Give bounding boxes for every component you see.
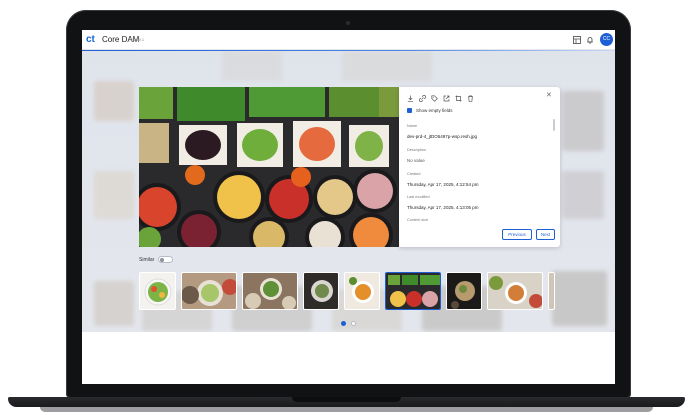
field-value-description: No value — [407, 158, 425, 163]
pagination-dot-1[interactable] — [341, 321, 346, 326]
field-value-name: dev-prd-4_jtDO5497p-wsp.resh.jpg — [407, 134, 478, 139]
modal-backdrop[interactable]: ✕ Show empty fields Name dev-prd-4_jtDO5… — [82, 51, 615, 332]
thumbnail-salad-bowl[interactable] — [139, 272, 176, 310]
show-empty-checkbox[interactable] — [407, 108, 412, 121]
thumbnail-dark-plate[interactable] — [446, 272, 482, 310]
tag-icon[interactable] — [431, 95, 438, 102]
field-label-created: Created — [407, 172, 421, 176]
share-icon[interactable] — [443, 95, 450, 102]
download-icon[interactable] — [407, 95, 414, 102]
app-header: ct Core DAM v4.39.1 CC — [82, 30, 615, 50]
preview-image — [139, 87, 399, 247]
field-label-description: Description — [407, 148, 426, 152]
app-version: v4.39.1 — [131, 37, 145, 42]
close-icon[interactable]: ✕ — [546, 91, 552, 99]
screen: ct Core DAM v4.39.1 CC ✕ Show empty fiel… — [82, 30, 615, 384]
thumbnail-buddha-bowl-table[interactable] — [242, 272, 298, 310]
field-label-name: Name — [407, 124, 418, 128]
bell-icon[interactable] — [586, 36, 594, 44]
next-button[interactable]: Next — [536, 229, 555, 240]
similar-toggle[interactable] — [158, 256, 173, 263]
layout-icon[interactable] — [573, 36, 581, 44]
panel-scrollbar[interactable] — [553, 119, 555, 131]
thumbnail-grain-bowls[interactable] — [181, 272, 237, 310]
link-icon[interactable] — [419, 95, 426, 102]
crop-icon[interactable] — [455, 95, 462, 102]
thumbnail-veggie-tray[interactable] — [385, 272, 441, 310]
similar-label: Similar — [139, 257, 155, 263]
vegetables-photo — [139, 87, 399, 247]
asset-details-panel: ✕ Show empty fields Name dev-prd-4_jtDO5… — [399, 87, 560, 247]
thumbnail-green-dish[interactable] — [303, 272, 339, 310]
field-value-modified: Thursday, Apr 17, 2025, 4:13:05 pm — [407, 205, 479, 210]
thumbnail-partial[interactable] — [548, 272, 555, 310]
laptop-notch — [292, 397, 401, 402]
thumbnail-soup-bowl[interactable] — [344, 272, 380, 310]
avatar[interactable]: CC — [600, 33, 613, 46]
previous-button[interactable]: Previous — [502, 229, 532, 240]
toggle-knob — [160, 258, 164, 262]
delete-icon[interactable] — [467, 95, 474, 102]
pagination-dot-2[interactable] — [351, 321, 356, 326]
check-icon — [407, 117, 412, 121]
laptop-foot — [40, 407, 653, 412]
field-label-content-size: Content size — [407, 218, 429, 222]
field-label-modified: Last modified — [407, 195, 430, 199]
thumbnail-dinner-spread[interactable] — [487, 272, 543, 310]
field-value-created: Thursday, Apr 17, 2025, 4:12:54 pm — [407, 182, 479, 187]
laptop-mockup: ct Core DAM v4.39.1 CC ✕ Show empty fiel… — [0, 0, 693, 415]
show-empty-label: Show empty fields — [416, 108, 453, 113]
camera — [346, 21, 350, 25]
app-logo: ct — [86, 34, 95, 45]
